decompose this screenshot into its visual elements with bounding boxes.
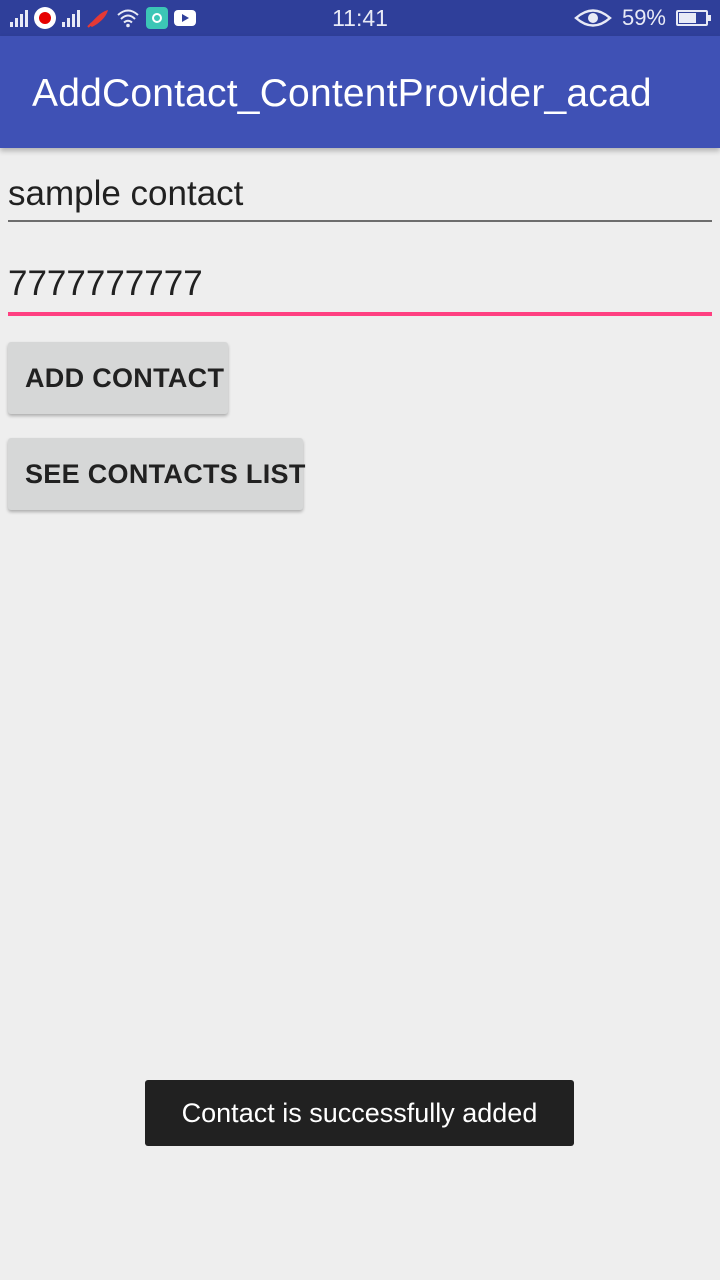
- status-icons-right: 59%: [574, 5, 711, 30]
- battery-percent: 59%: [621, 5, 666, 30]
- battery-fill: [679, 13, 696, 23]
- phone-number-value: 7777777777: [8, 264, 203, 303]
- name-field-underline: [8, 220, 712, 222]
- app-bar: AddContact_ContentProvider_acad: [0, 36, 720, 148]
- see-contacts-list-button[interactable]: SEE CONTACTS LIST: [8, 438, 305, 510]
- add-contact-button[interactable]: ADD CONTACT: [8, 342, 228, 414]
- toast-message: Contact is successfully added: [145, 1080, 574, 1146]
- eye-icon: [574, 9, 612, 27]
- contact-name-value: sample contact: [8, 174, 244, 213]
- battery-icon: [676, 10, 711, 26]
- phone-number-field[interactable]: 7777777777: [8, 264, 712, 318]
- contact-name-field[interactable]: sample contact: [8, 174, 712, 224]
- status-bar: 11:41 59%: [0, 0, 720, 36]
- app-title: AddContact_ContentProvider_acad: [32, 72, 652, 115]
- phone-field-underline-focused: [8, 312, 712, 316]
